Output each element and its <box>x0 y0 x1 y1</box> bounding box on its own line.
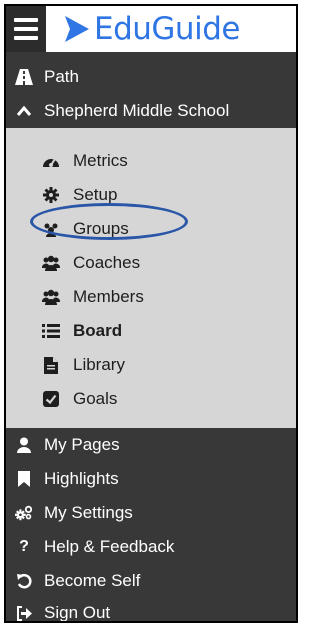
nav-item-my-pages[interactable]: My Pages <box>6 428 296 462</box>
nav-item-help-feedback[interactable]: ? Help & Feedback <box>6 530 296 564</box>
list-icon <box>42 322 60 340</box>
nav-item-label: Highlights <box>44 469 119 488</box>
nav-item-label: Become Self <box>44 571 141 590</box>
play-triangle-icon <box>65 16 89 42</box>
dashboard-icon <box>42 152 60 170</box>
file-icon <box>42 356 60 374</box>
sign-out-icon <box>15 604 33 621</box>
submenu-item-metrics[interactable]: Metrics <box>6 144 296 178</box>
submenu-item-label: Metrics <box>73 151 128 170</box>
submenu-item-label: Setup <box>73 185 118 204</box>
nav-item-become-self[interactable]: Become Self <box>6 564 296 598</box>
user-icon <box>15 436 33 454</box>
nav-item-highlights[interactable]: Highlights <box>6 462 296 496</box>
nav-item-label: Help & Feedback <box>44 537 175 556</box>
submenu-item-label: Goals <box>73 389 118 408</box>
submenu-item-library[interactable]: Library <box>6 348 296 382</box>
nav-item-label: My Settings <box>44 503 133 522</box>
school-submenu: Metrics Setup Groups Coaches Members Boa… <box>6 128 296 428</box>
nav-item-path[interactable]: Path <box>6 60 296 94</box>
nav-item-my-settings[interactable]: My Settings <box>6 496 296 530</box>
submenu-item-setup[interactable]: Setup <box>6 178 296 212</box>
cogs-icon <box>15 504 33 522</box>
submenu-item-coaches[interactable]: Coaches <box>6 246 296 280</box>
nav-item-school[interactable]: Shepherd Middle School <box>6 94 296 128</box>
undo-icon <box>15 572 33 590</box>
chevron-up-icon <box>15 102 33 120</box>
brand-name: EduGuide <box>94 11 240 47</box>
question-icon: ? <box>19 538 29 555</box>
gear-icon <box>42 186 60 204</box>
submenu-item-groups[interactable]: Groups <box>6 212 296 246</box>
submenu-item-members[interactable]: Members <box>6 280 296 314</box>
hamburger-menu-icon[interactable] <box>6 6 46 52</box>
groups-icon <box>42 220 60 238</box>
nav-item-label: Path <box>44 67 79 86</box>
submenu-item-label: Groups <box>73 219 129 238</box>
submenu-item-label: Members <box>73 287 144 306</box>
nav-item-label: Shepherd Middle School <box>44 101 230 120</box>
header: EduGuide <box>6 6 296 52</box>
users-icon <box>42 288 60 306</box>
brand-logo[interactable]: EduGuide <box>64 12 240 46</box>
submenu-item-goals[interactable]: Goals <box>6 382 296 416</box>
submenu-item-label: Board <box>73 321 123 340</box>
bookmark-icon <box>15 470 33 488</box>
checkbox-icon <box>42 390 60 408</box>
users-icon <box>42 254 60 272</box>
submenu-item-board[interactable]: Board <box>6 314 296 348</box>
navigation-sidebar: EduGuide Path Shepherd Middle School Met… <box>4 4 298 623</box>
nav-item-sign-out[interactable]: Sign Out <box>6 596 296 622</box>
nav-item-label: Sign Out <box>44 603 111 622</box>
road-icon <box>15 68 33 86</box>
submenu-item-label: Library <box>73 355 125 374</box>
submenu-item-label: Coaches <box>73 253 141 272</box>
nav-item-label: My Pages <box>44 435 120 454</box>
